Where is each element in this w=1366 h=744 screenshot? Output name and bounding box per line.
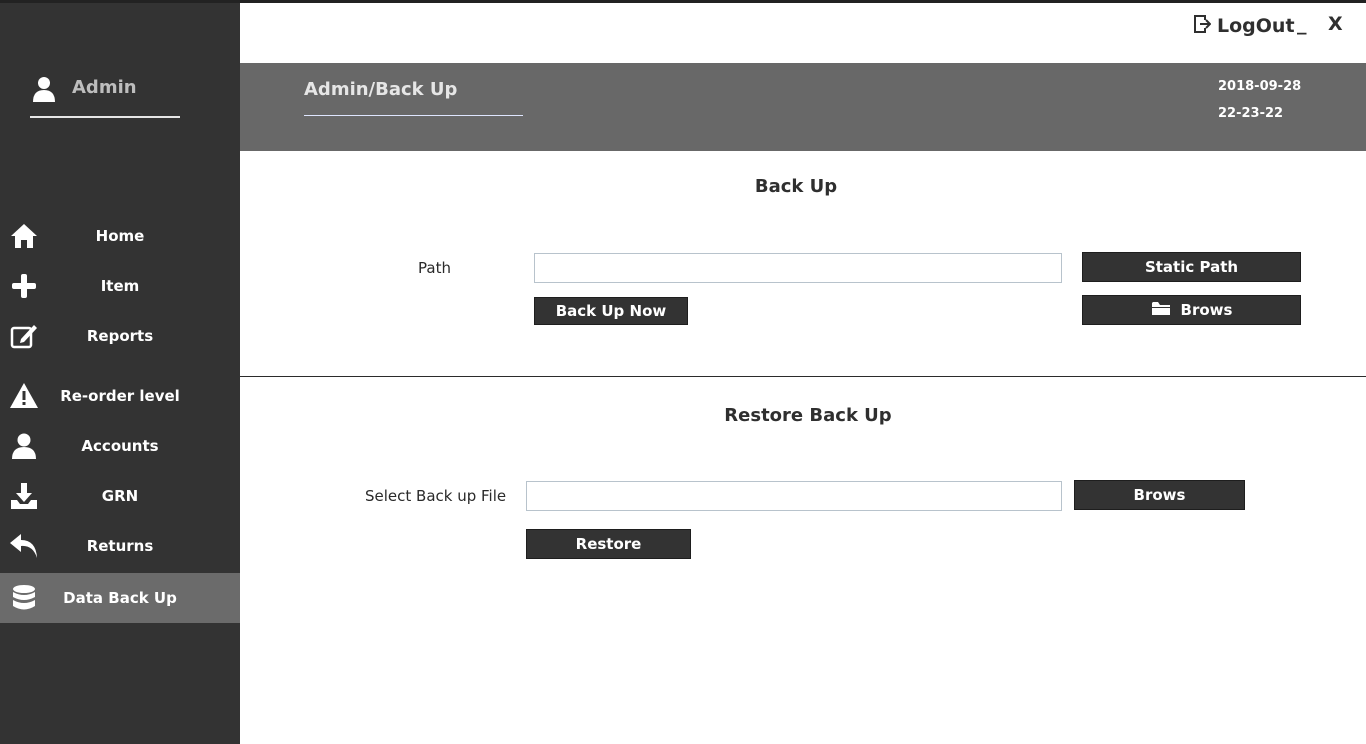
backup-file-input[interactable] — [526, 481, 1062, 511]
restore-section-title: Restore Back Up — [724, 405, 892, 426]
sidebar-item-data-back-up[interactable]: Data Back Up — [0, 573, 240, 623]
sidebar-item-label: Home — [95, 227, 145, 245]
backup-browse-button[interactable]: Brows — [1082, 295, 1301, 325]
sidebar-item-item[interactable]: Item — [0, 261, 240, 311]
backup-section-title: Back Up — [754, 176, 838, 197]
sidebar-item-label: Accounts — [81, 437, 159, 455]
sidebar-item-label: Reports — [86, 327, 154, 345]
user-name: Admin — [72, 77, 137, 98]
restore-label: Restore — [575, 535, 642, 553]
restore-button[interactable]: Restore — [526, 529, 691, 559]
select-backup-file-label: Select Back up File — [365, 487, 507, 505]
sidebar: Admin Home Item Reports Re-order level A… — [0, 3, 240, 744]
logout-button[interactable]: LogOut — [1193, 13, 1295, 39]
current-date: 2018-09-28 — [1218, 79, 1302, 94]
user-icon — [30, 75, 58, 103]
section-divider — [240, 376, 1366, 377]
back-up-now-label: Back Up Now — [555, 302, 667, 320]
close-button[interactable]: X — [1328, 13, 1343, 35]
backup-browse-label: Brows — [1180, 301, 1233, 319]
static-path-button[interactable]: Static Path — [1082, 252, 1301, 282]
sidebar-item-label: Data Back Up — [63, 589, 177, 607]
path-input[interactable] — [534, 253, 1062, 283]
back-up-now-button[interactable]: Back Up Now — [534, 297, 688, 325]
folder-icon — [1151, 300, 1171, 320]
sidebar-item-label: Item — [100, 277, 140, 295]
sidebar-item-returns[interactable]: Returns — [0, 521, 240, 571]
sidebar-item-label: Re-order level — [60, 387, 180, 405]
static-path-label: Static Path — [1144, 258, 1239, 276]
sidebar-item-label: GRN — [101, 487, 139, 505]
minimize-button[interactable]: _ — [1297, 13, 1307, 35]
sidebar-item-reorder-level[interactable]: Re-order level — [0, 371, 240, 421]
user-profile: Admin — [30, 71, 180, 118]
sidebar-item-grn[interactable]: GRN — [0, 471, 240, 521]
breadcrumb: Admin/Back Up — [304, 79, 523, 116]
path-label: Path — [418, 259, 451, 277]
sidebar-item-home[interactable]: Home — [0, 211, 240, 261]
current-time: 22-23-22 — [1218, 106, 1284, 121]
sidebar-item-accounts[interactable]: Accounts — [0, 421, 240, 471]
logout-icon — [1193, 14, 1212, 39]
logout-label: LogOut — [1217, 15, 1295, 37]
restore-browse-button[interactable]: Brows — [1074, 480, 1245, 510]
sidebar-item-label: Returns — [86, 537, 154, 555]
page-header: Admin/Back Up 2018-09-28 22-23-22 — [240, 63, 1366, 151]
sidebar-item-reports[interactable]: Reports — [0, 311, 240, 361]
restore-browse-label: Brows — [1133, 486, 1186, 504]
